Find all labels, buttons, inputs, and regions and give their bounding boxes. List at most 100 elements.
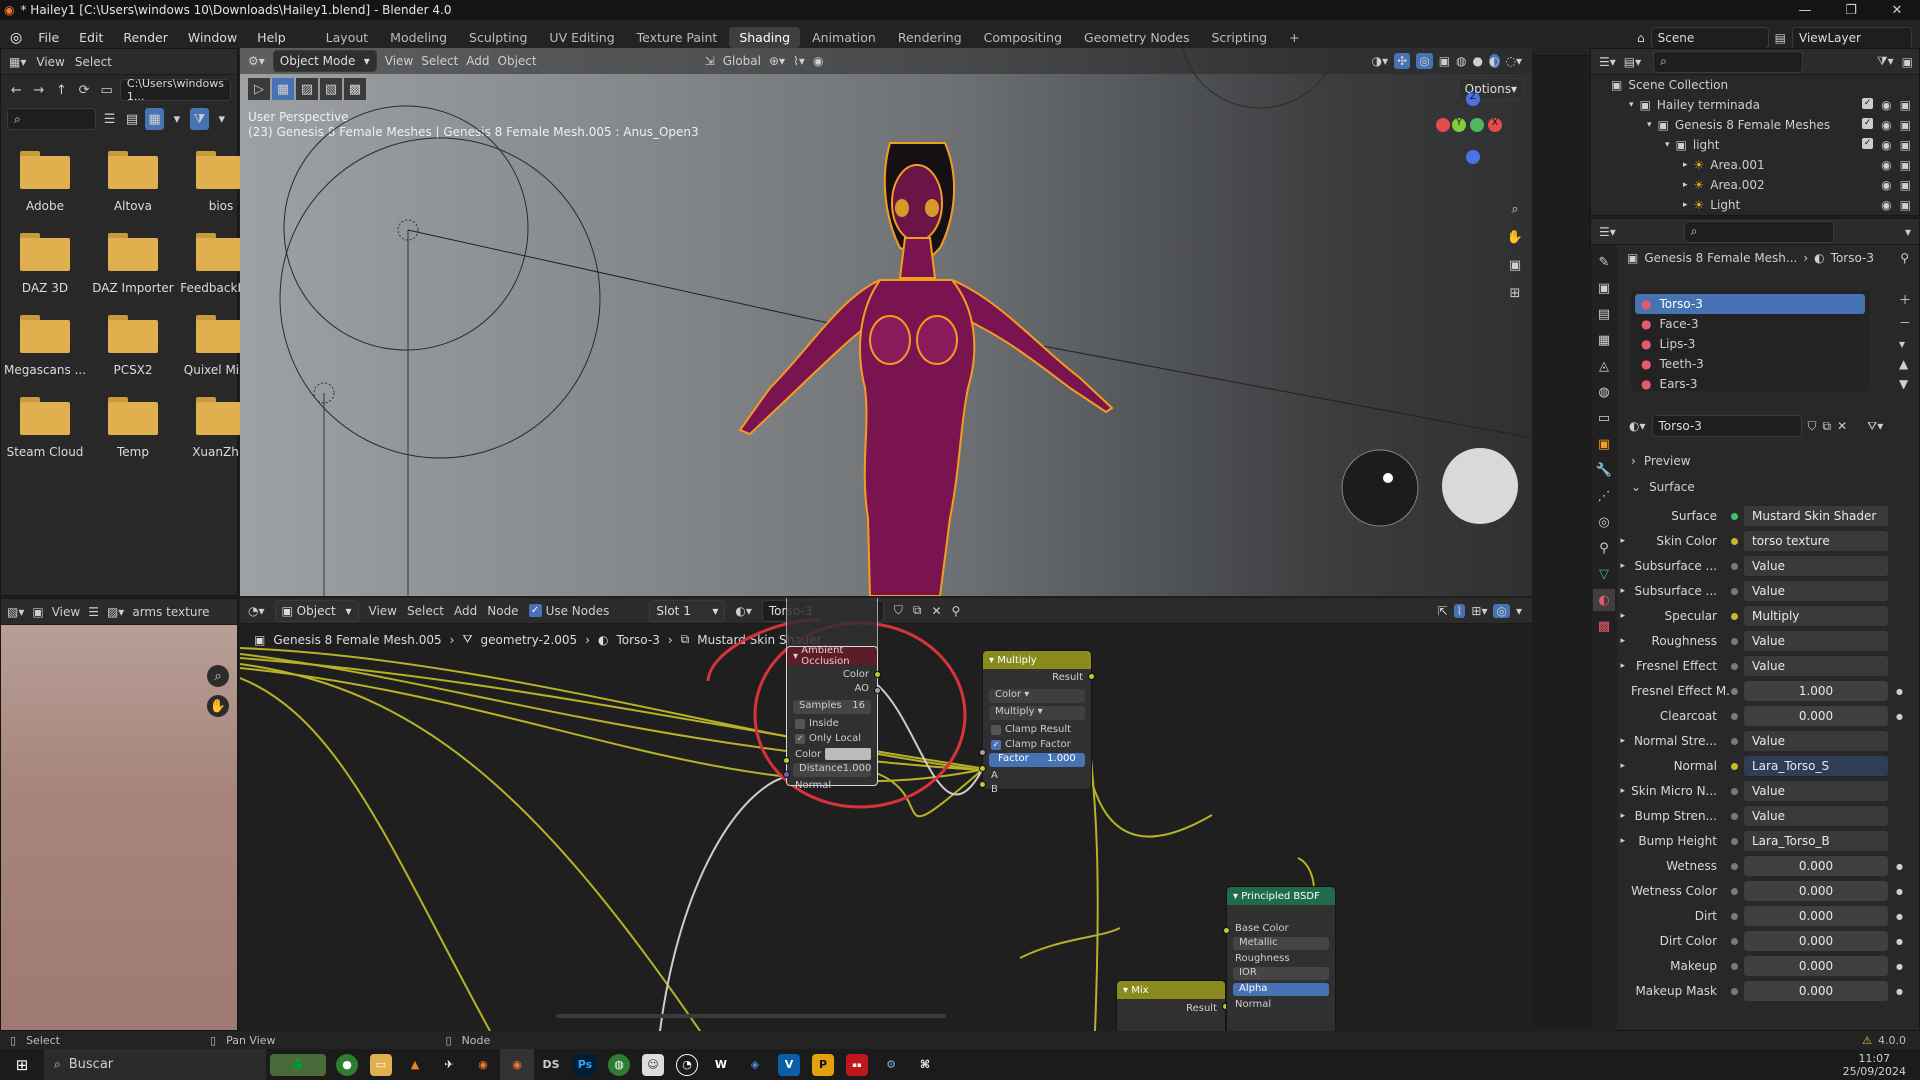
socket-dot-icon[interactable] bbox=[1731, 587, 1738, 595]
color-swatch[interactable] bbox=[825, 748, 871, 760]
socket-dot-icon[interactable] bbox=[1731, 687, 1738, 695]
bsdf-alpha-field[interactable]: Alpha bbox=[1233, 983, 1329, 996]
property-value-field[interactable]: 0.000 bbox=[1744, 906, 1888, 926]
socket[interactable] bbox=[783, 771, 790, 778]
socket-dot-icon[interactable] bbox=[1731, 937, 1738, 945]
tab-geometry-nodes[interactable]: Geometry Nodes bbox=[1074, 27, 1199, 48]
word-icon[interactable]: W bbox=[704, 1049, 738, 1080]
modifier-tab-icon[interactable]: 🔧 bbox=[1593, 459, 1615, 481]
socket-dot-icon[interactable] bbox=[1731, 987, 1738, 995]
filter-icon[interactable]: ⧩ bbox=[190, 108, 209, 130]
gizmo-neg-x-axis[interactable] bbox=[1436, 118, 1450, 132]
globe-app-icon[interactable]: ◍ bbox=[602, 1049, 636, 1080]
horizontal-scrollbar[interactable] bbox=[556, 1014, 946, 1018]
socket-dot-icon[interactable] bbox=[1731, 737, 1738, 745]
data-type-dropdown[interactable]: Color ▾ bbox=[989, 689, 1085, 703]
close-window-icon[interactable]: ✕ bbox=[1874, 0, 1920, 21]
exclude-checkbox[interactable]: ✓ bbox=[1862, 138, 1874, 149]
camera-icon[interactable]: ▣ bbox=[1900, 158, 1911, 172]
tab-modeling[interactable]: Modeling bbox=[380, 27, 457, 48]
bsdf-metallic-field[interactable]: Metallic bbox=[1233, 937, 1329, 950]
chrome-icon[interactable]: ● bbox=[330, 1049, 364, 1080]
new-collection-icon[interactable]: ▣ bbox=[1902, 55, 1913, 69]
inside-checkbox[interactable] bbox=[795, 718, 805, 729]
expand-arrow-icon[interactable]: ▸ bbox=[1591, 761, 1631, 771]
socket-dot-icon[interactable] bbox=[1731, 837, 1738, 845]
socket-dot-icon[interactable] bbox=[1731, 637, 1738, 645]
node-editor[interactable]: ◔▾ ▣ Object ▾ View Select Add Node ✓ Use N… bbox=[240, 598, 1532, 1031]
navigation-gizmo[interactable]: Z Y X bbox=[1432, 88, 1512, 168]
socket[interactable] bbox=[979, 765, 986, 772]
outliner-item[interactable]: ▸ ☀ Area.001 ◉ ▣ bbox=[1591, 155, 1919, 175]
socket-dot-icon[interactable] bbox=[1731, 712, 1738, 720]
camera-icon[interactable]: ▣ bbox=[1900, 198, 1911, 212]
view-layer-icon[interactable]: ▤ bbox=[1775, 31, 1786, 45]
back-icon[interactable]: ← bbox=[7, 79, 26, 101]
socket[interactable] bbox=[783, 757, 790, 764]
plex-icon[interactable]: P bbox=[806, 1049, 840, 1080]
new-folder-icon[interactable]: ▭ bbox=[97, 79, 116, 101]
expand-arrow-icon[interactable]: ▸ bbox=[1591, 786, 1631, 796]
socket[interactable] bbox=[979, 749, 986, 756]
exclude-checkbox[interactable]: ✓ bbox=[1862, 118, 1874, 129]
socket-dot-icon[interactable] bbox=[1731, 887, 1738, 895]
property-value-field[interactable]: Value bbox=[1744, 781, 1888, 801]
scene-tab-icon[interactable]: ◬ bbox=[1593, 355, 1615, 377]
material-browse-icon[interactable]: ◐▾ bbox=[1629, 419, 1646, 433]
v-app-icon[interactable]: V bbox=[772, 1049, 806, 1080]
duplicate-material-icon[interactable]: ⧉ bbox=[1823, 419, 1832, 434]
tab-layout[interactable]: Layout bbox=[316, 27, 379, 48]
node-header[interactable]: ▾ Principled BSDF bbox=[1227, 887, 1335, 905]
gizmo-neg-z-axis[interactable] bbox=[1466, 150, 1480, 164]
material-name-field[interactable]: Torso-3 bbox=[1651, 415, 1802, 437]
outliner-item[interactable]: ▾ ▣ Genesis 8 Female Meshes ✓ ◉ ▣ bbox=[1591, 115, 1919, 135]
expand-arrow-icon[interactable]: ▸ bbox=[1591, 561, 1631, 571]
bsdf-ior-field[interactable]: IOR bbox=[1233, 967, 1329, 980]
property-value-field[interactable]: Lara_Torso_B bbox=[1744, 831, 1888, 851]
property-value-field[interactable]: Value bbox=[1744, 806, 1888, 826]
file-explorer-icon[interactable]: ▭ bbox=[364, 1049, 398, 1080]
property-value-field[interactable]: 1.000 bbox=[1744, 681, 1888, 701]
ortho-grid-icon[interactable]: ⊞ bbox=[1504, 282, 1526, 304]
obs-icon[interactable]: ◔ bbox=[670, 1049, 704, 1080]
socket[interactable] bbox=[1223, 927, 1230, 934]
add-workspace-icon[interactable]: + bbox=[1279, 27, 1309, 48]
outliner-item[interactable]: ▾ ▣ light ✓ ◉ ▣ bbox=[1591, 135, 1919, 155]
socket[interactable] bbox=[979, 781, 986, 788]
socket-dot-icon[interactable] bbox=[1731, 537, 1738, 545]
expand-arrow-icon[interactable]: ▾ bbox=[1629, 100, 1634, 110]
editor-type-icon[interactable]: ▧▾ bbox=[7, 605, 24, 619]
eye-icon[interactable]: ◉ bbox=[1881, 158, 1891, 172]
windows-start-icon[interactable]: ⊞ bbox=[0, 1049, 44, 1080]
camera-icon[interactable]: ▣ bbox=[1900, 118, 1911, 132]
folder-item[interactable]: Megascans ... bbox=[1, 315, 89, 377]
exclude-checkbox[interactable]: ✓ bbox=[1862, 98, 1874, 109]
collection-tab-icon[interactable]: ▭ bbox=[1593, 407, 1615, 429]
keyframe-dot-icon[interactable]: ● bbox=[1896, 862, 1903, 871]
socket-dot-icon[interactable] bbox=[1731, 762, 1738, 770]
view-layer-selector[interactable]: ViewLayer bbox=[1792, 26, 1912, 49]
red-app-icon[interactable]: ▪▪ bbox=[840, 1049, 874, 1080]
editor-type-icon[interactable]: ☰▾ bbox=[1599, 225, 1616, 239]
outliner-item[interactable]: ▾ ▣ Hailey terminada ✓ ◉ ▣ bbox=[1591, 95, 1919, 115]
camera-view-icon[interactable]: ▣ bbox=[1504, 254, 1526, 276]
outliner-search-input[interactable]: ⌕ bbox=[1653, 50, 1804, 73]
material-slot-item[interactable]: ● Ears-3 bbox=[1635, 374, 1865, 394]
principled-bsdf-node[interactable]: ▾ Principled BSDF Base Color Metallic Ro… bbox=[1223, 886, 1336, 1031]
refresh-icon[interactable]: ⟳ bbox=[75, 79, 94, 101]
expand-arrow-icon[interactable]: ▸ bbox=[1591, 661, 1631, 671]
folder-item[interactable]: Altova bbox=[89, 151, 177, 213]
expand-arrow-icon[interactable]: ▾ bbox=[1647, 120, 1652, 130]
file-search-input[interactable]: ⌕ bbox=[7, 108, 97, 130]
menu-edit[interactable]: Edit bbox=[69, 30, 113, 45]
parent-dir-icon[interactable]: ↑ bbox=[52, 79, 71, 101]
texture-image[interactable]: ⌕ ✋ bbox=[1, 625, 237, 1030]
forward-icon[interactable]: → bbox=[30, 79, 49, 101]
output-tab-icon[interactable]: ▤ bbox=[1593, 303, 1615, 325]
clamp-factor-checkbox[interactable]: ✓ bbox=[991, 739, 1001, 750]
taskbar-search[interactable]: ⌕ Buscar bbox=[44, 1049, 266, 1080]
tab-compositing[interactable]: Compositing bbox=[974, 27, 1072, 48]
eye-icon[interactable]: ◉ bbox=[1881, 198, 1891, 212]
eye-icon[interactable]: ◉ bbox=[1881, 98, 1891, 112]
app-icon[interactable]: ✈ bbox=[432, 1049, 466, 1080]
